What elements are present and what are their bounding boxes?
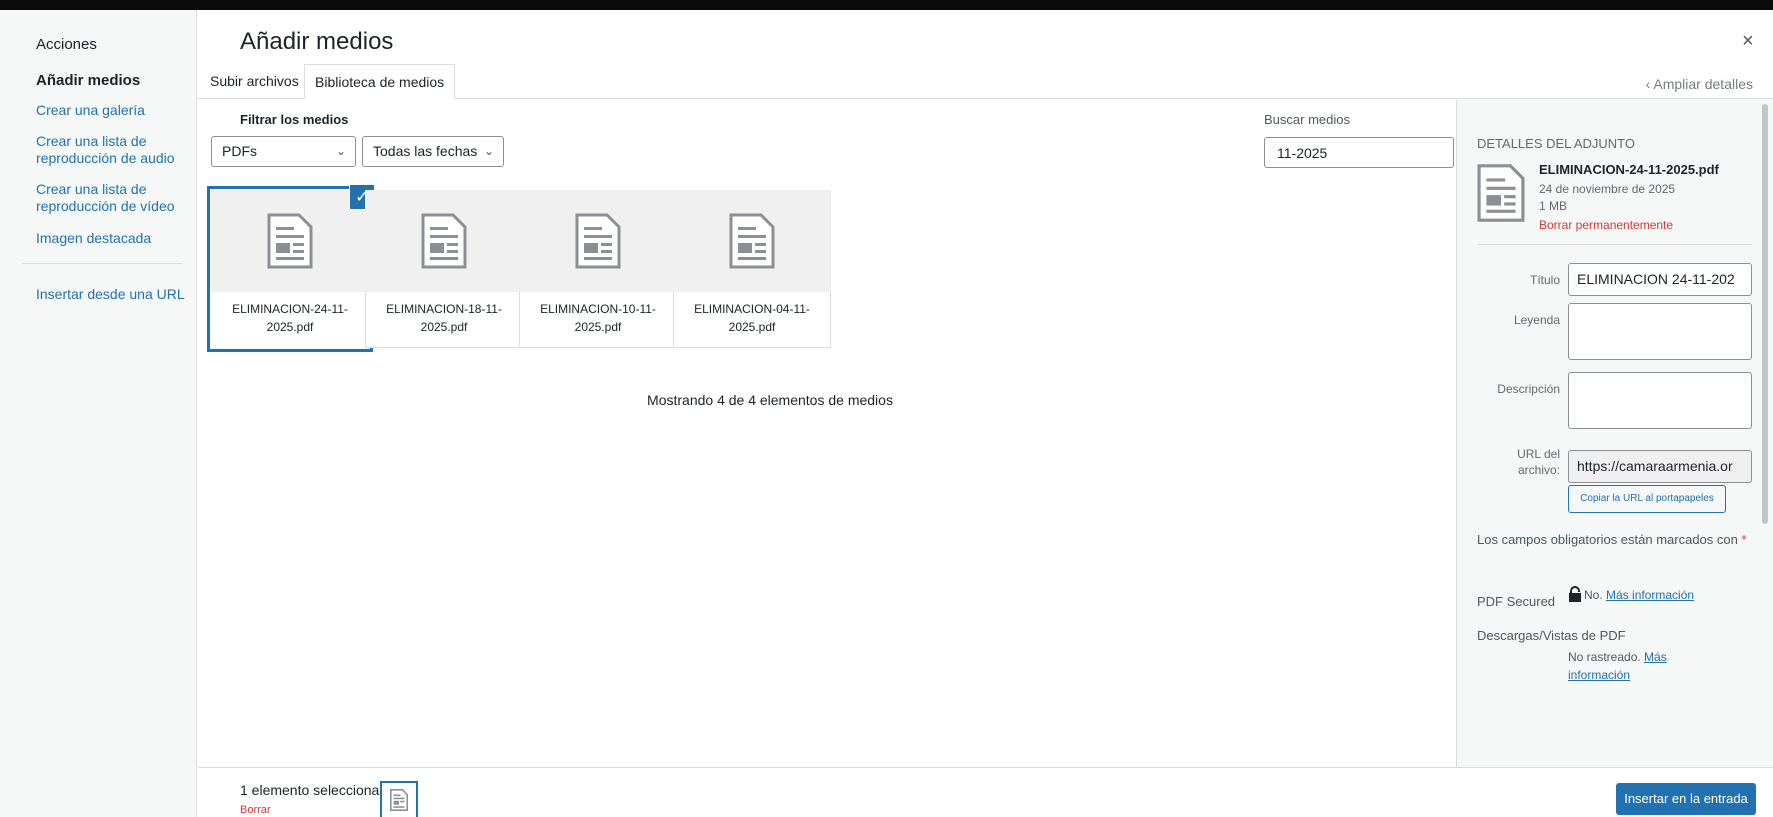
file-url-label: URL del archivo: <box>1517 447 1560 477</box>
details-divider <box>1477 244 1752 245</box>
attachment-details-panel: DETALLES DEL ADJUNTO ELIMINACION-24-11-2… <box>1456 100 1773 767</box>
copy-url-button[interactable]: Copiar la URL al portapapeles <box>1568 485 1726 513</box>
document-icon <box>575 213 621 269</box>
attachment-filename: ELIMINACION-24-11- 2025.pdf <box>232 302 348 334</box>
modal-title: Añadir medios <box>240 28 394 55</box>
media-menu: Acciones Añadir medios Crear una galería… <box>0 10 197 817</box>
media-count-status: Mostrando 4 de 4 elementos de medios <box>647 392 893 408</box>
title-label: Título <box>1529 273 1560 287</box>
search-input[interactable] <box>1264 137 1454 168</box>
window-top-bar <box>0 0 1773 10</box>
file-url-field[interactable]: https://camaraarmenia.or <box>1568 450 1752 483</box>
clear-selection-link[interactable]: Borrar <box>240 804 271 816</box>
media-type-select[interactable]: PDFs ⌄ <box>211 136 356 167</box>
more-info-link-2[interactable]: Más <box>1644 650 1667 664</box>
attachment-thumbnail <box>519 190 677 292</box>
pdf-secured-value: No. Más información <box>1584 588 1695 602</box>
attachment-filename: ELIMINACION-18-11- 2025.pdf <box>386 302 502 334</box>
selection-thumbnail[interactable] <box>380 781 418 817</box>
document-icon <box>1477 164 1525 222</box>
media-type-value: PDFs <box>222 143 257 159</box>
selection-count: 1 elemento seleccionado <box>240 782 395 798</box>
lock-icon <box>1569 586 1581 602</box>
pdf-secured-label: PDF Secured <box>1477 594 1556 609</box>
menu-item-add-media[interactable]: Añadir medios <box>36 72 186 89</box>
chevron-down-icon: ⌄ <box>483 144 494 158</box>
details-heading: DETALLES DEL ADJUNTO <box>1477 136 1635 151</box>
chevron-down-icon: ⌄ <box>335 144 346 158</box>
delete-permanently-link[interactable]: Borrar permanentemente <box>1539 218 1673 232</box>
attachment-filename: ELIMINACION-10-11- 2025.pdf <box>540 302 656 334</box>
more-info-link[interactable]: Más información <box>1606 588 1694 602</box>
menu-item-insert-from-url[interactable]: Insertar desde una URL <box>36 286 186 303</box>
document-icon <box>267 213 313 269</box>
details-date: 24 de noviembre de 2025 <box>1539 182 1676 196</box>
panel-scrollbar[interactable] <box>1762 104 1768 524</box>
date-filter-select[interactable]: Todas las fechas ⌄ <box>362 136 504 167</box>
menu-item-featured-image[interactable]: Imagen destacada <box>36 230 186 247</box>
menu-item-video-playlist[interactable]: Crear una lista de reproducción de vídeo <box>36 181 186 215</box>
details-filename: ELIMINACION-24-11-2025.pdf <box>1539 162 1719 177</box>
attachment-item[interactable]: ELIMINACION-18-11- 2025.pdf <box>365 190 523 348</box>
title-field[interactable]: ELIMINACION 24-11-202 <box>1568 263 1752 296</box>
downloads-label: Descargas/Vistas de PDF <box>1477 628 1626 643</box>
media-toolbar: 1 elemento seleccionado Borrar Insertar … <box>198 767 1773 817</box>
tab-media-library[interactable]: Biblioteca de medios <box>304 64 456 99</box>
attachment-item[interactable]: ELIMINACION-10-11- 2025.pdf <box>519 190 677 348</box>
attachment-item[interactable]: ELIMINACION-04-11- 2025.pdf <box>673 190 831 348</box>
attachment-item[interactable]: ELIMINACION-24-11- 2025.pdf ✓ <box>211 184 375 348</box>
filter-label: Filtrar los medios <box>240 112 349 127</box>
description-field[interactable] <box>1568 372 1752 429</box>
caption-field[interactable] <box>1568 303 1752 360</box>
document-icon <box>729 213 775 269</box>
attachment-thumbnail <box>673 190 831 292</box>
required-fields-note: Los campos obligatorios están marcados c… <box>1477 532 1747 547</box>
document-icon <box>390 789 408 811</box>
tab-upload-files[interactable]: Subir archivos <box>200 64 309 99</box>
description-label: Descripción <box>1497 382 1560 396</box>
attachment-filename: ELIMINACION-04-11- 2025.pdf <box>694 302 810 334</box>
attachment-thumbnail <box>211 190 369 292</box>
menu-item-audio-playlist[interactable]: Crear una lista de reproducción de audio <box>36 133 186 167</box>
menu-separator <box>22 263 182 264</box>
close-icon[interactable]: × <box>1742 30 1754 53</box>
downloads-value: No rastreado. Más información <box>1568 650 1667 682</box>
caption-label: Leyenda <box>1513 313 1560 327</box>
menu-heading: Acciones <box>36 36 97 53</box>
expand-details-link[interactable]: ‹ Ampliar detalles <box>1646 76 1753 92</box>
menu-item-create-gallery[interactable]: Crear una galería <box>36 102 186 119</box>
attachment-thumbnail <box>365 190 523 292</box>
insert-into-post-button[interactable]: Insertar en la entrada <box>1616 783 1756 815</box>
search-label: Buscar medios <box>1264 112 1350 127</box>
document-icon <box>421 213 467 269</box>
date-filter-value: Todas las fechas <box>373 143 478 159</box>
details-size: 1 MB <box>1539 199 1568 213</box>
